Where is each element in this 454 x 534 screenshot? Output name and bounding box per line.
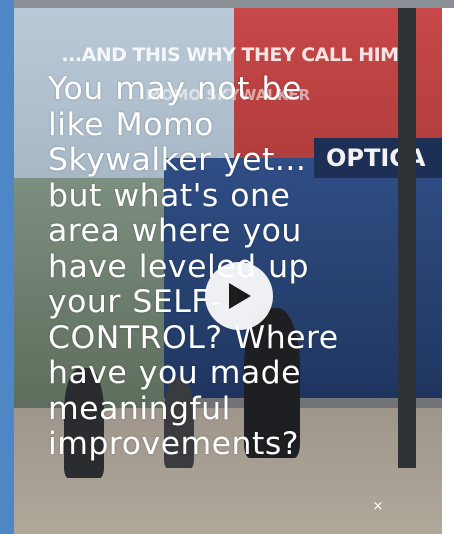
video-caption-top: ...AND THIS WHY THEY CALL HIM [61,44,399,66]
overlay-line: Skywalker yet... [48,142,307,178]
overlay-line: You may not be [48,71,302,107]
video-post-frame: OPTICA ...AND THIS WHY THEY CALL HIM MOM… [0,0,454,534]
play-button[interactable] [205,262,273,330]
overlay-line: meaningful [48,390,231,427]
left-accent-strip [0,0,14,534]
close-icon[interactable]: × [371,500,385,514]
overlay-line: like Momo [48,106,214,143]
overlay-line: but what's one [48,177,291,214]
play-icon [229,283,251,309]
overlay-line: area where you [48,213,302,249]
overlay-line: improvements? [48,426,299,462]
overlay-line: have you made [48,355,302,391]
top-border-bar [14,0,454,8]
